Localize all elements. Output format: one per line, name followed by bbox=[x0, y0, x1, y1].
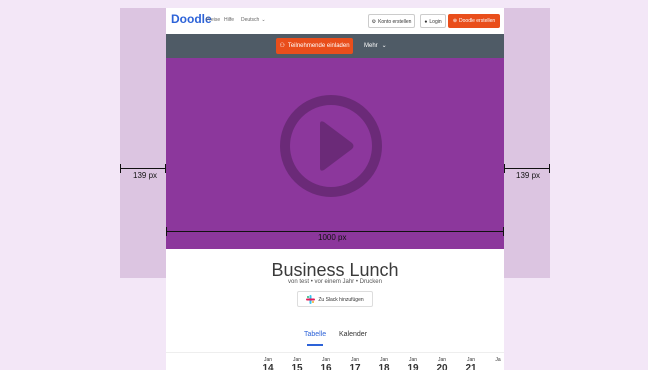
video-player[interactable] bbox=[166, 58, 504, 249]
chevron-down-icon: ⌄ bbox=[261, 17, 266, 23]
nav-preise-link[interactable]: Preise bbox=[206, 17, 220, 23]
create-doodle-label: Doodle erstellen bbox=[459, 18, 496, 24]
language-label: Deutsch bbox=[241, 17, 260, 23]
date-column[interactable]: Jan 15 bbox=[287, 357, 307, 370]
right-margin-measure-tick bbox=[549, 164, 550, 173]
more-label: Mehr bbox=[364, 43, 378, 49]
create-doodle-button[interactable]: ⊕ Doodle erstellen bbox=[448, 14, 500, 28]
date-day: 19 bbox=[407, 363, 419, 370]
date-day: 17 bbox=[349, 363, 361, 370]
width-measure-tick bbox=[166, 227, 167, 236]
add-to-slack-button[interactable]: Zu Slack hinzufügen bbox=[297, 291, 373, 307]
right-margin-measure-tick bbox=[504, 164, 505, 173]
invite-participants-button[interactable]: ⚇ Teilnehmende einladen bbox=[276, 38, 353, 54]
doodle-page: Doodle Preise Hilfe Deutsch ⌄ ⚙ Konto erst… bbox=[166, 8, 504, 370]
action-toolbar: ⚇ Teilnehmende einladen Mehr ⌄ bbox=[166, 34, 504, 58]
nav-hilfe-link[interactable]: Hilfe bbox=[224, 17, 234, 23]
plus-icon: ⊕ bbox=[452, 18, 458, 24]
width-label: 1000 px bbox=[318, 233, 347, 242]
slack-label: Zu Slack hinzufügen bbox=[318, 297, 364, 303]
date-day: 21 bbox=[465, 363, 477, 370]
width-measure-line bbox=[166, 231, 504, 232]
left-margin-measure-line bbox=[120, 168, 166, 169]
language-selector[interactable]: Deutsch ⌄ bbox=[241, 17, 266, 23]
create-account-label: Konto erstellen bbox=[378, 19, 412, 25]
date-column[interactable]: Jan 20 bbox=[432, 357, 452, 370]
more-menu[interactable]: Mehr ⌄ bbox=[364, 42, 387, 49]
left-margin-measure-tick bbox=[165, 164, 166, 173]
user-icon: ● bbox=[424, 19, 428, 25]
date-column[interactable]: Ja bbox=[488, 357, 504, 363]
tab-calendar[interactable]: Kalender bbox=[339, 331, 367, 338]
date-column[interactable]: Jan 19 bbox=[403, 357, 423, 370]
play-icon[interactable] bbox=[276, 91, 386, 201]
date-column[interactable]: Jan 17 bbox=[345, 357, 365, 370]
tab-table[interactable]: Tabelle bbox=[304, 331, 326, 338]
date-day: 20 bbox=[436, 363, 448, 370]
date-day: 14 bbox=[262, 363, 274, 370]
active-tab-indicator bbox=[307, 344, 323, 346]
login-label: Login bbox=[429, 19, 442, 25]
date-day: 15 bbox=[291, 363, 303, 370]
slack-icon bbox=[306, 295, 316, 305]
date-day: 16 bbox=[320, 363, 332, 370]
date-column[interactable]: Jan 18 bbox=[374, 357, 394, 370]
right-margin-band bbox=[504, 8, 550, 278]
date-column[interactable]: Jan 21 bbox=[461, 357, 481, 370]
invite-label: Teilnehmende einladen bbox=[287, 43, 350, 49]
top-navigation: Doodle Preise Hilfe Deutsch ⌄ ⚙ Konto erst… bbox=[166, 8, 504, 34]
add-user-icon: ⚇ bbox=[279, 43, 285, 49]
left-margin-band bbox=[120, 8, 166, 278]
create-account-button[interactable]: ⚙ Konto erstellen bbox=[368, 14, 415, 28]
right-margin-label: 139 px bbox=[516, 171, 541, 180]
left-margin-label: 139 px bbox=[133, 171, 158, 180]
right-margin-measure-line bbox=[504, 168, 550, 169]
date-column[interactable]: Jan 14 bbox=[258, 357, 278, 370]
event-title: Business Lunch bbox=[271, 260, 399, 280]
date-column[interactable]: Jan 16 bbox=[316, 357, 336, 370]
left-margin-measure-tick bbox=[120, 164, 121, 173]
date-day: 18 bbox=[378, 363, 390, 370]
width-measure-tick bbox=[503, 227, 504, 236]
date-header-row: Jan 14 Jan 15 Jan 16 Jan 17 Jan 18 Jan 1… bbox=[166, 352, 504, 370]
chevron-down-icon: ⌄ bbox=[381, 43, 387, 49]
login-button[interactable]: ● Login bbox=[420, 14, 446, 28]
date-month: Ja bbox=[495, 357, 501, 363]
event-meta: von test • vor einem Jahr • Drucken bbox=[288, 279, 382, 285]
gear-icon: ⚙ bbox=[371, 19, 377, 25]
